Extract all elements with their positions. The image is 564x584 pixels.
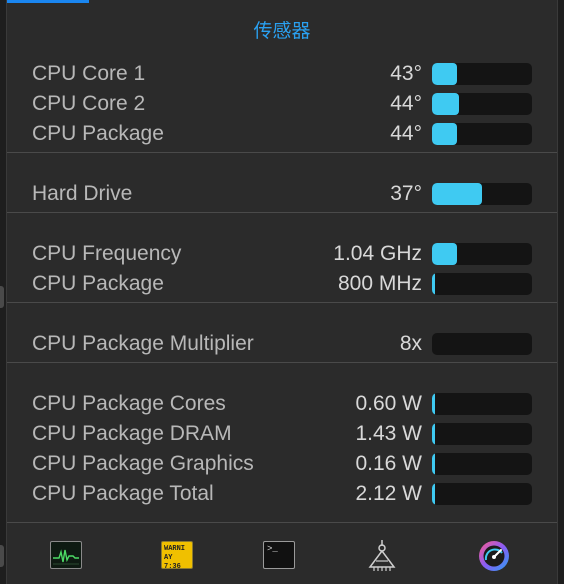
sensor-value: 800 MHz (337, 272, 422, 295)
sensor-level-fill (432, 243, 457, 265)
sensor-value: 8x (399, 332, 422, 355)
sensor-row[interactable]: CPU Core 2 44° (7, 89, 557, 119)
sensor-value: 2.12 W (355, 482, 422, 505)
sensor-level-bar (432, 333, 532, 355)
sensor-level-fill (432, 93, 459, 115)
sensor-row[interactable]: CPU Package Multiplier 8x (7, 329, 557, 359)
activity-monitor-icon[interactable] (50, 541, 84, 571)
top-accent-bar (7, 0, 89, 3)
sensor-level-bar (432, 63, 532, 85)
istat-menus-icon[interactable] (477, 539, 511, 571)
sensor-label: CPU Package Multiplier (32, 332, 254, 355)
section-divider (7, 362, 557, 363)
sensors-panel: 传感器 WARNI AY 7:36 >_ CPU Core 1 43° CPU … (6, 0, 558, 584)
sensor-value: 0.16 W (355, 452, 422, 475)
sensor-label: CPU Package Cores (32, 392, 226, 415)
left-edge-handle (0, 545, 4, 567)
sensor-row[interactable]: CPU Package Graphics 0.16 W (7, 449, 557, 479)
sensor-level-bar (432, 123, 532, 145)
sensor-label: CPU Frequency (32, 242, 182, 265)
sensor-row[interactable]: CPU Frequency 1.04 GHz (7, 239, 557, 269)
section-divider (7, 212, 557, 213)
sensor-row[interactable]: Hard Drive 37° (7, 179, 557, 209)
sensor-level-fill (432, 63, 457, 85)
sensor-label: CPU Core 1 (32, 62, 146, 85)
sensor-label: Hard Drive (32, 182, 133, 205)
sensor-level-fill (432, 273, 435, 295)
sensor-row[interactable]: CPU Package DRAM 1.43 W (7, 419, 557, 449)
sensor-level-fill (432, 453, 435, 475)
sensor-level-fill (432, 483, 435, 505)
sensor-level-fill (432, 183, 482, 205)
sensor-value: 44° (390, 122, 422, 145)
sensor-label: CPU Package Total (32, 482, 214, 505)
sensor-value: 37° (390, 182, 422, 205)
sensor-label: CPU Core 2 (32, 92, 146, 115)
sensor-row[interactable]: CPU Package 44° (7, 119, 557, 149)
sensor-label: CPU Package Graphics (32, 452, 254, 475)
sensor-row[interactable]: CPU Package Cores 0.60 W (7, 389, 557, 419)
sensor-label: CPU Package DRAM (32, 422, 232, 445)
toolbar-divider (7, 522, 557, 523)
sensor-level-bar (432, 483, 532, 505)
sensor-level-bar (432, 273, 532, 295)
sensor-level-fill (432, 393, 435, 415)
sensor-value: 44° (390, 92, 422, 115)
sensor-level-fill (432, 123, 457, 145)
panel-title: 传感器 (253, 20, 311, 42)
console-icon-text-line1: WARNI (164, 545, 186, 553)
system-information-icon[interactable] (365, 537, 399, 571)
section-divider (7, 152, 557, 153)
sensor-level-bar (432, 243, 532, 265)
sensor-label: CPU Package (32, 122, 164, 145)
sensor-value: 1.04 GHz (333, 242, 422, 265)
sensor-level-bar (432, 423, 532, 445)
section-divider (7, 302, 557, 303)
terminal-icon-prompt: >_ (263, 541, 295, 569)
console-icon[interactable]: WARNI AY 7:36 (161, 541, 195, 571)
app-toolbar: WARNI AY 7:36 >_ (7, 523, 557, 584)
sensor-level-bar (432, 183, 532, 205)
sensor-row[interactable]: CPU Core 1 43° (7, 59, 557, 89)
left-edge-handle (0, 286, 4, 308)
terminal-icon[interactable]: >_ (263, 541, 297, 571)
sensor-value: 43° (390, 62, 422, 85)
sensor-label: CPU Package (32, 272, 164, 295)
sensor-value: 0.60 W (355, 392, 422, 415)
console-icon-text-line2: AY 7:36 (164, 554, 181, 569)
sensor-level-bar (432, 393, 532, 415)
sensor-row[interactable]: CPU Package Total 2.12 W (7, 479, 557, 509)
sensor-level-bar (432, 93, 532, 115)
sensor-row[interactable]: CPU Package 800 MHz (7, 269, 557, 299)
sensor-level-fill (432, 423, 435, 445)
sensor-level-bar (432, 453, 532, 475)
sensor-value: 1.43 W (355, 422, 422, 445)
